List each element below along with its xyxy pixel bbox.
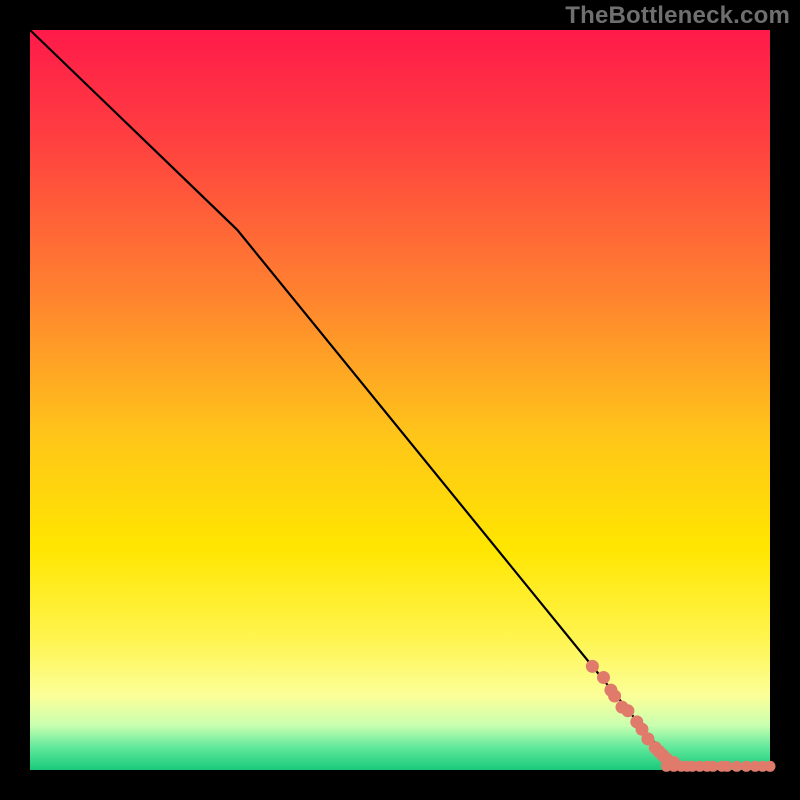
data-point bbox=[608, 690, 621, 703]
plot-background bbox=[30, 30, 770, 770]
watermark-text: TheBottleneck.com bbox=[565, 2, 790, 30]
scatter-bottom bbox=[661, 761, 776, 772]
data-point bbox=[731, 761, 742, 772]
data-point bbox=[621, 704, 634, 717]
chart-svg bbox=[0, 0, 800, 800]
data-point bbox=[586, 660, 599, 673]
data-point bbox=[597, 671, 610, 684]
data-point bbox=[722, 761, 733, 772]
chart-container: TheBottleneck.com bbox=[0, 0, 800, 800]
data-point bbox=[765, 761, 776, 772]
